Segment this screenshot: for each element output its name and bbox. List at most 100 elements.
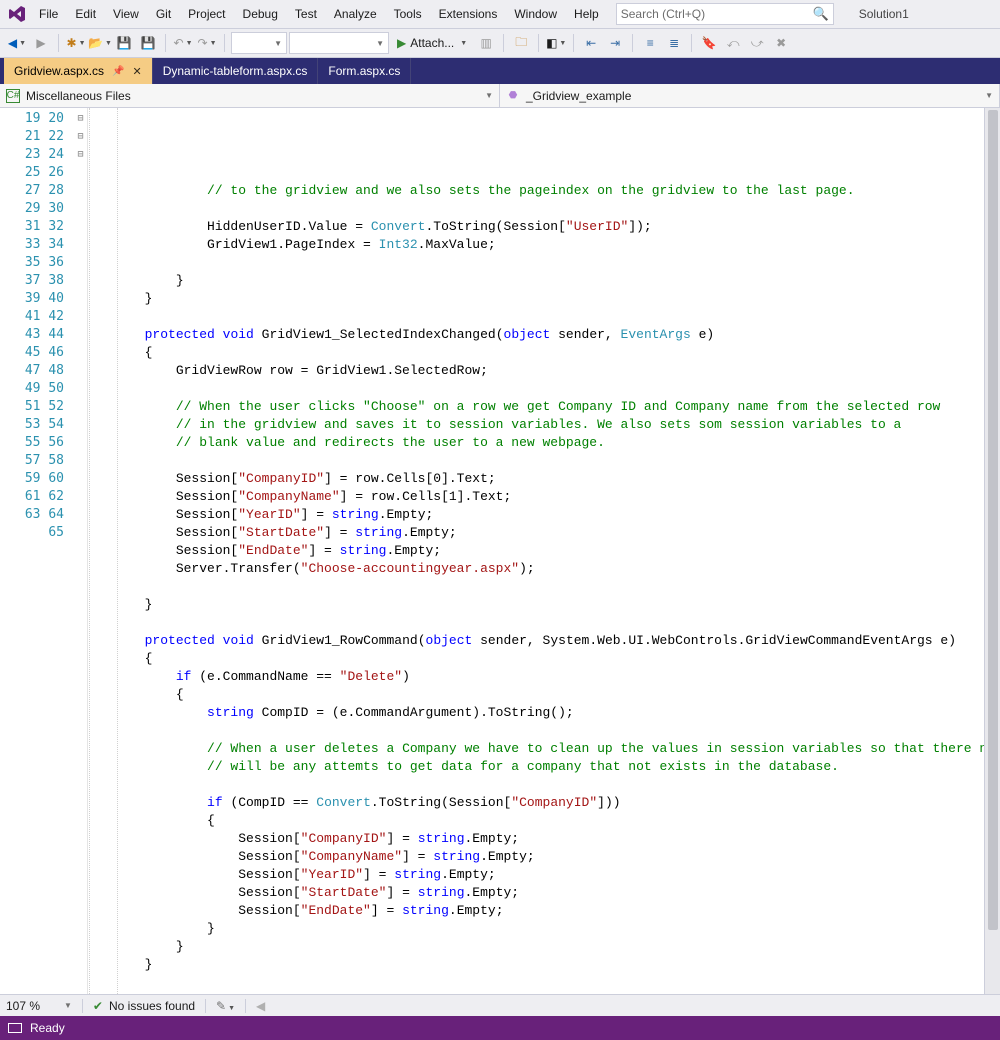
nav-back-button[interactable]: ◀▼ [6, 32, 28, 54]
clear-bookmarks-button[interactable]: ✖ [770, 32, 792, 54]
indent-less-button[interactable]: ⇤ [580, 32, 602, 54]
menu-extensions[interactable]: Extensions [431, 3, 506, 25]
document-tab[interactable]: Dynamic-tableform.aspx.cs [153, 58, 319, 84]
code-area[interactable]: // to the gridview and we also sets the … [88, 108, 984, 994]
solution-name[interactable]: Solution1 [849, 3, 919, 25]
indent-more-button[interactable]: ⇥ [604, 32, 626, 54]
global-search-input[interactable]: Search (Ctrl+Q) 🔍 [616, 3, 834, 25]
code-line[interactable] [90, 254, 984, 272]
project-scope-dropdown[interactable]: C# Miscellaneous Files ▼ [0, 84, 500, 107]
code-line[interactable]: Session["YearID"] = string.Empty; [90, 506, 984, 524]
code-line[interactable]: } [90, 272, 984, 290]
horizontal-scroll-left-icon[interactable]: ◀ [256, 999, 296, 1013]
code-line[interactable]: HiddenUserID.Value = Convert.ToString(Se… [90, 218, 984, 236]
menu-git[interactable]: Git [148, 3, 179, 25]
code-line[interactable]: // to the gridview and we also sets the … [90, 182, 984, 200]
code-line[interactable]: } [90, 920, 984, 938]
zoom-dropdown-icon[interactable]: ▼ [64, 1001, 72, 1010]
code-line[interactable] [90, 614, 984, 632]
find-in-files-button[interactable]: 🗀 [510, 32, 532, 54]
menu-analyze[interactable]: Analyze [326, 3, 385, 25]
menu-help[interactable]: Help [566, 3, 607, 25]
code-line[interactable]: } [90, 992, 984, 994]
uncomment-button[interactable]: ≣ [663, 32, 685, 54]
code-line[interactable]: Session["StartDate"] = string.Empty; [90, 524, 984, 542]
code-line[interactable]: // blank value and redirects the user to… [90, 434, 984, 452]
comment-button[interactable]: ≡ [639, 32, 661, 54]
save-button[interactable]: 💾 [113, 32, 135, 54]
code-line[interactable] [90, 722, 984, 740]
code-line[interactable] [90, 200, 984, 218]
save-all-button[interactable]: 💾 [137, 32, 159, 54]
member-dropdown[interactable]: ⬣ _Gridview_example ▼ [500, 84, 1000, 107]
solution-platform-dropdown[interactable]: ▼ [289, 32, 389, 54]
prev-bookmark-button[interactable]: ⤺ [722, 32, 744, 54]
open-file-button[interactable]: 📂▼ [89, 32, 111, 54]
attach-debugger-button[interactable]: ▶ Attach... ▼ [391, 32, 473, 54]
code-line[interactable]: Session["CompanyName"] = string.Empty; [90, 848, 984, 866]
code-line[interactable] [90, 380, 984, 398]
menu-window[interactable]: Window [506, 3, 565, 25]
menu-debug[interactable]: Debug [235, 3, 286, 25]
code-line[interactable]: GridView1.PageIndex = Int32.MaxValue; [90, 236, 984, 254]
vertical-scrollbar[interactable] [984, 108, 1000, 994]
code-line[interactable]: } [90, 290, 984, 308]
code-line[interactable]: Session["StartDate"] = string.Empty; [90, 884, 984, 902]
code-line[interactable]: Session["CompanyID"] = row.Cells[0].Text… [90, 470, 984, 488]
error-summary[interactable]: ✔ No issues found [93, 999, 195, 1013]
debug-target-button[interactable]: ▥ [475, 32, 497, 54]
code-line[interactable]: { [90, 344, 984, 362]
code-line[interactable]: if (e.CommandName == "Delete") [90, 668, 984, 686]
code-line[interactable]: Session["CompanyName"] = row.Cells[1].Te… [90, 488, 984, 506]
code-line[interactable] [90, 776, 984, 794]
document-tab[interactable]: Gridview.aspx.cs📌✕ [4, 58, 153, 84]
outlining-margin[interactable]: ⊟ ⊟ ⊟ [74, 108, 88, 994]
code-line[interactable]: Session["EndDate"] = string.Empty; [90, 542, 984, 560]
next-bookmark-button[interactable]: ⤻ [746, 32, 768, 54]
code-line[interactable]: // in the gridview and saves it to sessi… [90, 416, 984, 434]
zoom-level[interactable]: 107 % [6, 999, 54, 1013]
code-line[interactable]: } [90, 956, 984, 974]
code-line[interactable] [90, 452, 984, 470]
menu-project[interactable]: Project [180, 3, 233, 25]
code-line[interactable]: if (CompID == Convert.ToString(Session["… [90, 794, 984, 812]
pin-icon[interactable]: 📌 [112, 66, 124, 77]
intellisense-toggle[interactable]: ✎▼ [216, 999, 235, 1013]
code-line[interactable]: protected void GridView1_RowCommand(obje… [90, 632, 984, 650]
breakpoint-margin[interactable] [0, 108, 16, 994]
code-line[interactable]: } [90, 938, 984, 956]
code-editor[interactable]: 19 20 21 22 23 24 25 26 27 28 29 30 31 3… [0, 108, 1000, 994]
code-line[interactable]: Session["CompanyID"] = string.Empty; [90, 830, 984, 848]
code-line[interactable]: } [90, 596, 984, 614]
code-line[interactable]: { [90, 686, 984, 704]
menu-edit[interactable]: Edit [67, 3, 104, 25]
document-tab[interactable]: Form.aspx.cs [318, 58, 411, 84]
code-line[interactable]: Session["YearID"] = string.Empty; [90, 866, 984, 884]
code-line[interactable]: { [90, 650, 984, 668]
code-line[interactable]: string CompID = (e.CommandArgument).ToSt… [90, 704, 984, 722]
redo-button[interactable]: ↷▼ [196, 32, 218, 54]
code-line[interactable]: GridViewRow row = GridView1.SelectedRow; [90, 362, 984, 380]
code-line[interactable]: protected void GridView1_SelectedIndexCh… [90, 326, 984, 344]
close-tab-icon[interactable]: ✕ [132, 65, 141, 78]
code-line[interactable]: Session["EndDate"] = string.Empty; [90, 902, 984, 920]
solution-config-dropdown[interactable]: ▼ [231, 32, 287, 54]
menu-file[interactable]: File [31, 3, 66, 25]
nav-forward-button[interactable]: ▶ [30, 32, 52, 54]
scrollbar-thumb[interactable] [988, 110, 998, 930]
code-line[interactable]: // When the user clicks "Choose" on a ro… [90, 398, 984, 416]
code-line[interactable] [90, 974, 984, 992]
menu-view[interactable]: View [105, 3, 147, 25]
new-project-button[interactable]: ✱▼ [65, 32, 87, 54]
undo-button[interactable]: ↶▼ [172, 32, 194, 54]
menu-test[interactable]: Test [287, 3, 325, 25]
code-line[interactable]: { [90, 812, 984, 830]
code-line[interactable]: Server.Transfer("Choose-accountingyear.a… [90, 560, 984, 578]
code-line[interactable]: // When a user deletes a Company we have… [90, 740, 984, 758]
live-share-button[interactable]: ◧▼ [545, 32, 567, 54]
menu-tools[interactable]: Tools [386, 3, 430, 25]
window-layout-icon[interactable] [8, 1023, 22, 1033]
bookmark-button[interactable]: 🔖 [698, 32, 720, 54]
code-line[interactable] [90, 308, 984, 326]
code-line[interactable]: // will be any attemts to get data for a… [90, 758, 984, 776]
